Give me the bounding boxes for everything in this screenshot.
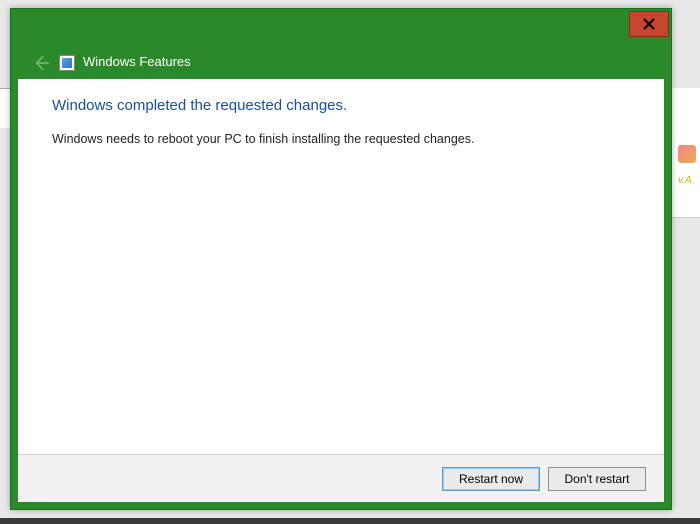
window-title: Windows Features <box>83 54 191 69</box>
windows-features-icon <box>59 55 75 71</box>
titlebar: Windows Features <box>11 9 671 79</box>
reboot-message: Windows needs to reboot your PC to finis… <box>52 132 630 146</box>
windows-features-dialog: Windows Features Windows completed the r… <box>10 8 672 510</box>
background-text-fragment: v.A <box>678 175 692 186</box>
close-icon <box>643 18 655 30</box>
dialog-footer: Restart now Don't restart <box>18 454 664 502</box>
background-color-swatch <box>678 145 696 163</box>
dialog-content: Windows completed the requested changes.… <box>18 79 664 502</box>
back-button <box>29 51 53 75</box>
back-arrow-icon <box>32 54 50 72</box>
close-button[interactable] <box>629 11 669 37</box>
dont-restart-button[interactable]: Don't restart <box>548 467 646 491</box>
dialog-body: Windows completed the requested changes.… <box>18 79 664 454</box>
completion-heading: Windows completed the requested changes. <box>52 97 630 114</box>
restart-now-button[interactable]: Restart now <box>442 467 540 491</box>
background-taskbar-edge <box>0 518 700 524</box>
